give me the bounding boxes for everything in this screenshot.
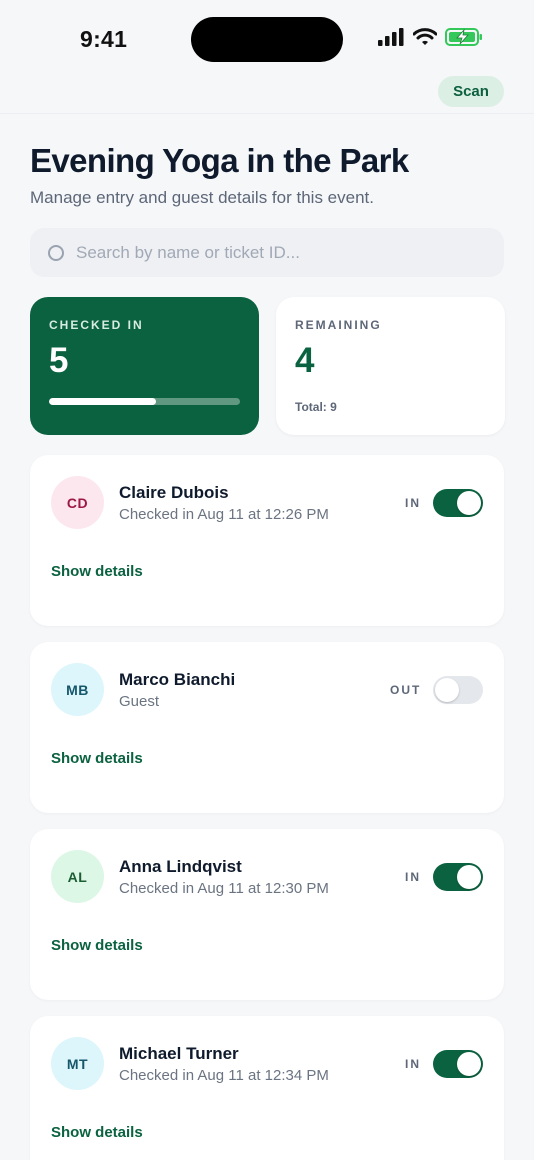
- guest-status-text: Checked in Aug 11 at 12:34 PM: [119, 1067, 329, 1084]
- toggle-knob: [457, 1052, 481, 1076]
- guest-card: AL Anna Lindqvist Checked in Aug 11 at 1…: [30, 829, 504, 1000]
- checked-in-count: 5: [49, 341, 69, 380]
- page-subtitle: Manage entry and guest details for this …: [30, 188, 374, 207]
- toggle-knob: [457, 865, 481, 889]
- check-status-label: IN: [405, 870, 421, 884]
- checked-in-stat-card: CHECKED IN 5: [30, 297, 259, 435]
- guest-status-text: Checked in Aug 11 at 12:26 PM: [119, 506, 329, 523]
- search-input[interactable]: [76, 228, 486, 277]
- status-time: 9:41: [80, 26, 128, 52]
- guest-name: Michael Turner: [119, 1044, 239, 1063]
- avatar: MT: [51, 1037, 104, 1090]
- cellular-signal-icon: [378, 28, 404, 46]
- remaining-count: 4: [295, 341, 315, 380]
- top-nav: Scan: [0, 72, 534, 114]
- toggle-knob: [435, 678, 459, 702]
- guest-name: Anna Lindqvist: [119, 857, 242, 876]
- progress-fill: [49, 398, 156, 405]
- guest-list: CD Claire Dubois Checked in Aug 11 at 12…: [30, 455, 504, 1160]
- show-details-link[interactable]: Show details: [51, 563, 143, 580]
- avatar: CD: [51, 476, 104, 529]
- toggle-knob: [457, 491, 481, 515]
- check-in-toggle[interactable]: [433, 489, 483, 517]
- show-details-link[interactable]: Show details: [51, 937, 143, 954]
- check-in-toggle[interactable]: [433, 863, 483, 891]
- check-status-label: IN: [405, 496, 421, 510]
- avatar: AL: [51, 850, 104, 903]
- checked-in-progress-bar: [49, 398, 240, 405]
- status-bar: 9:41: [0, 0, 534, 72]
- guest-name: Marco Bianchi: [119, 670, 236, 689]
- guest-name: Claire Dubois: [119, 483, 229, 502]
- check-status-label: OUT: [390, 683, 422, 697]
- status-icons: [378, 28, 483, 46]
- remaining-stat-card: REMAINING 4 Total: 9: [276, 297, 505, 435]
- check-in-toggle[interactable]: [433, 676, 483, 704]
- checked-in-label: CHECKED IN: [49, 318, 144, 332]
- avatar: MB: [51, 663, 104, 716]
- screen: 9:41 Scan Evening Yoga in the Park Manag…: [0, 0, 534, 1160]
- guest-card: MT Michael Turner Checked in Aug 11 at 1…: [30, 1016, 504, 1160]
- total-count: Total: 9: [295, 400, 337, 414]
- remaining-label: REMAINING: [295, 318, 382, 332]
- check-status-label: IN: [405, 1057, 421, 1071]
- battery-charging-icon: [445, 28, 482, 46]
- guest-card: MB Marco Bianchi Guest OUT Show details: [30, 642, 504, 813]
- dynamic-island: [191, 17, 343, 62]
- scan-button[interactable]: Scan: [438, 76, 504, 107]
- show-details-link[interactable]: Show details: [51, 1124, 143, 1141]
- wifi-icon: [413, 28, 437, 45]
- guest-status-text: Checked in Aug 11 at 12:30 PM: [119, 880, 329, 897]
- show-details-link[interactable]: Show details: [51, 750, 143, 767]
- search-bar[interactable]: [30, 228, 504, 277]
- check-in-toggle[interactable]: [433, 1050, 483, 1078]
- search-icon: [48, 245, 64, 261]
- page-title: Evening Yoga in the Park: [30, 142, 409, 179]
- guest-card: CD Claire Dubois Checked in Aug 11 at 12…: [30, 455, 504, 626]
- guest-status-text: Guest: [119, 693, 160, 710]
